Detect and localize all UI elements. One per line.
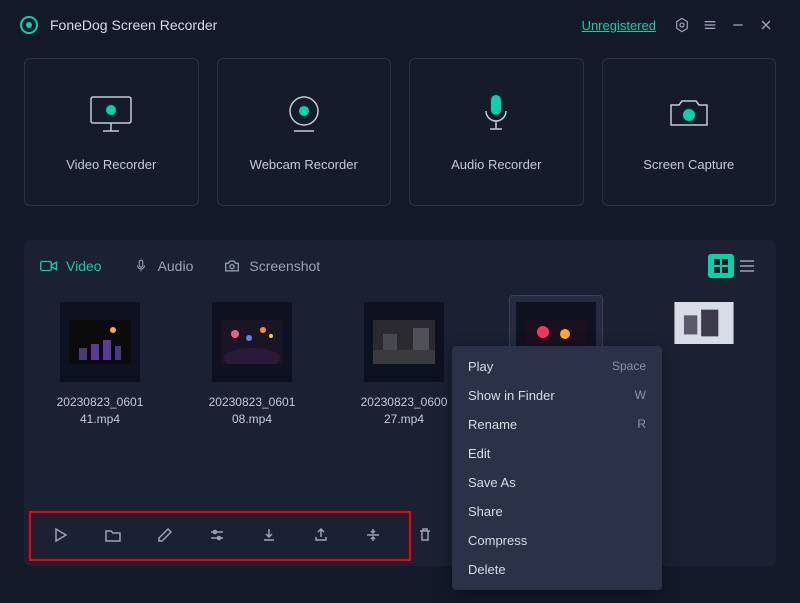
- card-label: Video Recorder: [66, 157, 156, 172]
- recording-item[interactable]: 20230823_060141.mp4: [44, 302, 156, 428]
- file-name: 20230823_060108.mp4: [192, 394, 312, 428]
- download-icon[interactable]: [258, 524, 280, 546]
- menu-share[interactable]: Share: [452, 497, 662, 526]
- unregistered-link[interactable]: Unregistered: [582, 18, 656, 33]
- app-logo: [20, 16, 38, 34]
- edit-pencil-icon[interactable]: [154, 524, 176, 546]
- video-recorder-card[interactable]: Video Recorder: [24, 58, 199, 206]
- recording-item[interactable]: [652, 302, 756, 428]
- webcam-icon: [276, 93, 332, 135]
- camera-icon: [661, 93, 717, 135]
- sliders-icon[interactable]: [206, 524, 228, 546]
- close-icon[interactable]: [752, 11, 780, 39]
- menu-delete[interactable]: Delete: [452, 555, 662, 584]
- menu-edit[interactable]: Edit: [452, 439, 662, 468]
- audio-recorder-card[interactable]: Audio Recorder: [409, 58, 584, 206]
- thumbnail: [60, 302, 140, 382]
- thumbnail: [674, 302, 734, 344]
- tab-label: Screenshot: [249, 258, 320, 274]
- menu-rename[interactable]: RenameR: [452, 410, 662, 439]
- context-menu: PlaySpace Show in FinderW RenameR Edit S…: [452, 346, 662, 590]
- trash-icon[interactable]: [414, 524, 436, 546]
- card-label: Screen Capture: [643, 157, 734, 172]
- card-label: Webcam Recorder: [250, 157, 358, 172]
- list-view-icon[interactable]: [734, 254, 760, 278]
- tab-video[interactable]: Video: [40, 258, 102, 274]
- tab-screenshot[interactable]: Screenshot: [223, 258, 320, 274]
- file-name: 20230823_060027.mp4: [344, 394, 464, 428]
- tab-audio[interactable]: Audio: [132, 258, 194, 274]
- recording-item[interactable]: 20230823_060108.mp4: [196, 302, 308, 428]
- screen-capture-card[interactable]: Screen Capture: [602, 58, 777, 206]
- minimize-icon[interactable]: [724, 11, 752, 39]
- monitor-icon: [83, 93, 139, 135]
- webcam-recorder-card[interactable]: Webcam Recorder: [217, 58, 392, 206]
- hamburger-menu-icon[interactable]: [696, 11, 724, 39]
- grid-view-icon[interactable]: [708, 254, 734, 278]
- thumbnail: [364, 302, 444, 382]
- recordings-panel: Video Audio Screenshot 20230823_060141.m…: [24, 240, 776, 566]
- thumbnail: [212, 302, 292, 382]
- recording-item[interactable]: 20230823_060027.mp4: [348, 302, 460, 428]
- tab-label: Video: [66, 258, 102, 274]
- play-icon[interactable]: [50, 524, 72, 546]
- menu-save-as[interactable]: Save As: [452, 468, 662, 497]
- tab-label: Audio: [158, 258, 194, 274]
- folder-icon[interactable]: [102, 524, 124, 546]
- share-icon[interactable]: [310, 524, 332, 546]
- menu-play[interactable]: PlaySpace: [452, 352, 662, 381]
- compress-icon[interactable]: [362, 524, 384, 546]
- menu-compress[interactable]: Compress: [452, 526, 662, 555]
- card-label: Audio Recorder: [451, 157, 541, 172]
- file-name: 20230823_060141.mp4: [40, 394, 160, 428]
- app-title: FoneDog Screen Recorder: [50, 17, 582, 33]
- menu-show-in-finder[interactable]: Show in FinderW: [452, 381, 662, 410]
- microphone-icon: [468, 93, 524, 135]
- settings-gear-icon[interactable]: [668, 11, 696, 39]
